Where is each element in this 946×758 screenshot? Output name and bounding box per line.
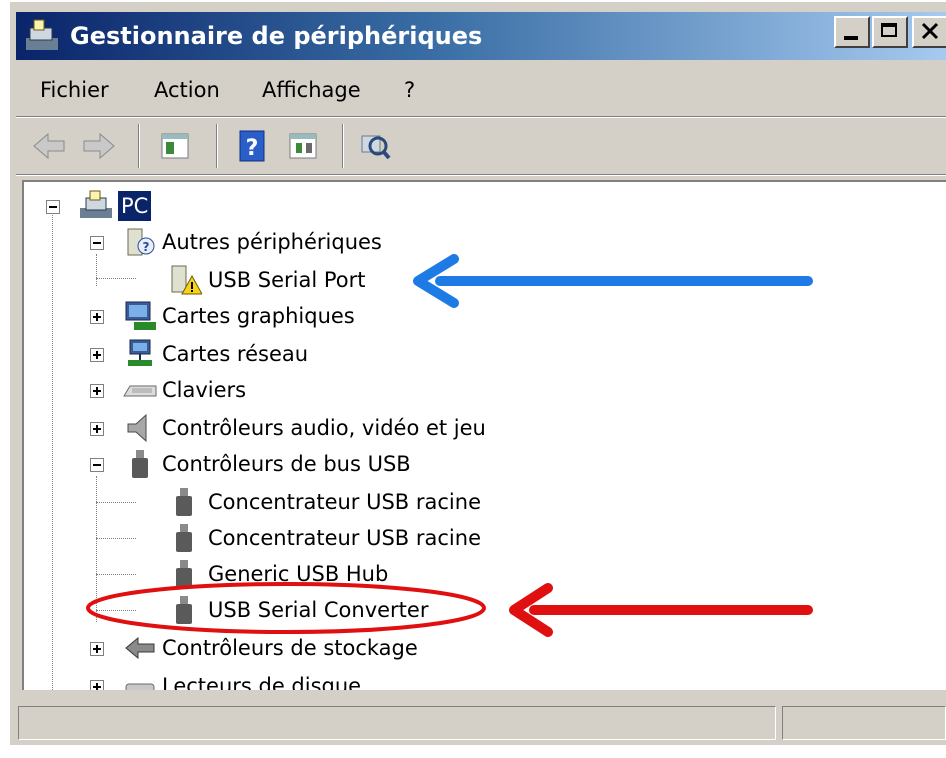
- usb-icon: [176, 596, 192, 624]
- status-pane-secondary: [782, 706, 946, 740]
- storage-controller-icon: [125, 636, 155, 660]
- tree-node-claviers[interactable]: Claviers: [24, 372, 444, 408]
- help-icon[interactable]: ?: [234, 128, 272, 164]
- toolbar-separator: [138, 124, 140, 168]
- tree-node-usb-serial-converter[interactable]: USB Serial Converter: [24, 592, 544, 628]
- show-hide-console-tree-icon[interactable]: [156, 128, 194, 164]
- toolbar-separator: [342, 124, 344, 168]
- tree-node-concentrateur-usb-racine-2[interactable]: Concentrateur USB racine: [24, 520, 544, 556]
- tree-node-controleurs-stockage[interactable]: Contrôleurs de stockage: [24, 630, 504, 666]
- expand-toggle[interactable]: [90, 422, 104, 436]
- tree-node-concentrateur-usb-racine-1[interactable]: Concentrateur USB racine: [24, 484, 544, 520]
- status-bar: [16, 702, 946, 744]
- tree-node-controleurs-audio[interactable]: Contrôleurs audio, vidéo et jeu: [24, 410, 544, 446]
- svg-text:?: ?: [246, 136, 259, 161]
- minimize-icon: [844, 36, 858, 40]
- toolbar-separator: [216, 124, 218, 168]
- expand-toggle[interactable]: [90, 348, 104, 362]
- disk-drive-icon: [125, 683, 155, 690]
- tree-node-cartes-graphiques[interactable]: Cartes graphiques: [24, 298, 444, 334]
- usb-icon: [176, 560, 192, 588]
- tree-node-usb-serial-port[interactable]: USB Serial Port: [24, 262, 444, 298]
- tree-node-label: Contrôleurs de bus USB: [162, 452, 411, 476]
- tree-node-autres-peripheriques[interactable]: ? Autres périphériques: [24, 224, 444, 260]
- svg-text:?: ?: [143, 240, 150, 254]
- close-button[interactable]: [912, 16, 946, 48]
- device-manager-icon: [26, 19, 58, 50]
- tree-node-label: Autres périphériques: [162, 230, 382, 254]
- maximize-icon: [881, 23, 897, 37]
- close-icon: [921, 22, 939, 40]
- toolbar: ?: [16, 118, 946, 174]
- expand-toggle[interactable]: [90, 642, 104, 656]
- menu-bar: Fichier Action Affichage ?: [16, 66, 946, 114]
- display-adapter-icon: [125, 301, 156, 330]
- menu-fichier[interactable]: Fichier: [40, 76, 109, 104]
- tree-node-label: Cartes graphiques: [162, 304, 355, 328]
- speaker-icon: [127, 413, 147, 443]
- scan-hardware-icon[interactable]: [356, 128, 394, 164]
- status-pane-main: [18, 706, 776, 740]
- tree-node-label: Cartes réseau: [162, 342, 309, 366]
- menu-affichage[interactable]: Affichage: [262, 76, 361, 104]
- network-adapter-icon: [128, 339, 152, 366]
- keyboard-icon: [123, 385, 157, 397]
- tree-node-label: USB Serial Port: [208, 268, 366, 292]
- back-icon[interactable]: [30, 128, 68, 164]
- collapse-toggle[interactable]: [90, 458, 104, 472]
- usb-icon: [176, 488, 192, 516]
- computer-icon: [80, 190, 112, 218]
- tree-node-label: Lecteurs de disque: [162, 674, 362, 690]
- menu-action[interactable]: Action: [154, 76, 220, 104]
- properties-icon[interactable]: [284, 128, 322, 164]
- window-title: Gestionnaire de périphériques: [70, 22, 483, 50]
- device-tree[interactable]: PC ? Autres périphériques USB Serial Por…: [22, 180, 946, 690]
- forward-icon[interactable]: [80, 128, 118, 164]
- expand-toggle[interactable]: [90, 680, 104, 690]
- collapse-toggle[interactable]: [46, 200, 60, 214]
- expand-toggle[interactable]: [90, 310, 104, 324]
- tree-node-label: Contrôleurs de stockage: [162, 636, 418, 660]
- tree-node-generic-usb-hub[interactable]: Generic USB Hub: [24, 556, 544, 592]
- tree-node-label: Concentrateur USB racine: [208, 490, 481, 514]
- title-bar[interactable]: Gestionnaire de périphériques: [16, 12, 946, 60]
- toolbar-tree-divider: [16, 174, 946, 176]
- expand-toggle[interactable]: [90, 384, 104, 398]
- tree-node-label: Claviers: [162, 378, 247, 402]
- tree-node-cartes-reseau[interactable]: Cartes réseau: [24, 336, 444, 372]
- tree-node-label: Generic USB Hub: [208, 562, 389, 586]
- tree-node-label: USB Serial Converter: [208, 598, 429, 622]
- maximize-button[interactable]: [872, 16, 908, 48]
- tree-node-label: Concentrateur USB racine: [208, 526, 481, 550]
- tree-root-label: PC: [118, 191, 152, 221]
- usb-icon: [176, 524, 192, 552]
- device-manager-window: Gestionnaire de périphériques Fichier Ac…: [8, 0, 946, 745]
- tree-node-label: Contrôleurs audio, vidéo et jeu: [162, 416, 486, 440]
- tree-root[interactable]: PC: [24, 188, 224, 224]
- tree-node-controleurs-bus-usb[interactable]: Contrôleurs de bus USB: [24, 446, 444, 482]
- warning-device-icon: [171, 265, 202, 295]
- menu-help[interactable]: ?: [404, 76, 415, 104]
- usb-icon: [132, 450, 148, 478]
- unknown-device-icon: ?: [127, 228, 155, 256]
- collapse-toggle[interactable]: [90, 236, 104, 250]
- tree-node-lecteurs-disque[interactable]: Lecteurs de disque: [24, 668, 504, 690]
- minimize-button[interactable]: [834, 16, 870, 48]
